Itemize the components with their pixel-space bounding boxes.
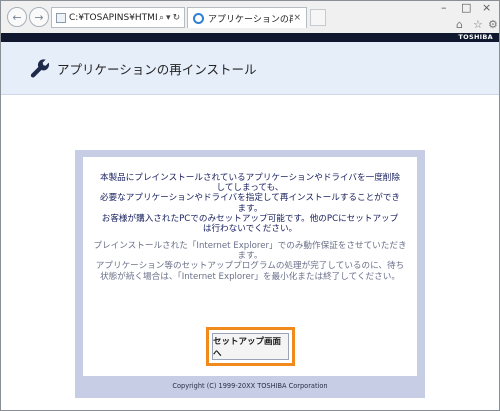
copyright: Copyright (C) 1999-20XX TOSHIBA Corporat… (172, 382, 328, 390)
notice-line: ます。 (237, 203, 263, 214)
forward-button[interactable]: → (29, 7, 49, 27)
page-title: アプリケーションの再インストール (57, 61, 257, 77)
notice-text: 本製品にプレインストールされているアプリケーションやドライバを一度削除 してしま… (93, 173, 407, 234)
wrench-icon (30, 59, 50, 78)
content-box: 本製品にプレインストールされているアプリケーションやドライバを一度削除 してしま… (83, 157, 417, 376)
browser-tab[interactable]: アプリケーションの再インストール × (187, 7, 307, 28)
brand-strip: TOSHIBA (1, 33, 499, 42)
notice-line: お客様が購入されたPCでのみセットアップ可能です。他のPCにセットアップ (101, 213, 399, 224)
info-text: プレインストールされた「Internet Explorer」でのみ動作保証をさせ… (93, 241, 407, 282)
back-button[interactable]: ← (7, 7, 27, 27)
forward-arrow-icon: → (34, 10, 44, 24)
info-line: ます。 (237, 251, 263, 262)
notice-line: 本製品にプレインストールされているアプリケーションやドライバを一度削除 (99, 173, 400, 183)
info-line: プレインストールされた「Internet Explorer」でのみ動作保証をさせ… (93, 241, 407, 251)
back-arrow-icon: ← (12, 10, 22, 24)
new-tab-button[interactable] (310, 9, 326, 26)
notice-line: 必要なアプリケーションやドライバを指定して再インストールすることができ (99, 193, 400, 204)
browser-toolbar: ← → C:¥TOSAPINS¥HTML¥SET! ⌕ ▾ ↻ アプリケーション… (1, 1, 499, 33)
dropdown-chevron-icon[interactable]: ▾ (166, 13, 171, 23)
info-line: 状態が続く場合は、「Internet Explorer」を最小化または終了してく… (100, 271, 400, 282)
toshiba-logo: TOSHIBA (458, 33, 493, 41)
content-panel: 本製品にプレインストールされているアプリケーションやドライバを一度削除 してしま… (75, 150, 425, 398)
notice-line: は行わないでください。 (202, 224, 298, 235)
page-icon (56, 12, 66, 23)
maximize-button[interactable]: □ (461, 2, 471, 14)
minimize-button[interactable]: – (441, 2, 447, 14)
setup-screen-button[interactable]: セットアップ画面へ (212, 333, 289, 360)
ie-logo-icon (193, 12, 204, 24)
refresh-icon[interactable]: ↻ (173, 13, 181, 23)
page-header: アプリケーションの再インストール (1, 42, 499, 95)
address-bar[interactable]: C:¥TOSAPINS¥HTML¥SET! ⌕ ▾ ↻ (51, 7, 185, 28)
search-icon[interactable]: ⌕ (159, 13, 164, 23)
notice-line: してしまっても、 (216, 183, 284, 194)
address-url: C:¥TOSAPINS¥HTML¥SET! (69, 12, 157, 23)
tab-close-icon[interactable]: × (293, 13, 301, 23)
gear-icon[interactable]: ⚙ (488, 18, 498, 31)
favorites-star-icon[interactable]: ☆ (473, 18, 483, 31)
tab-title: アプリケーションの再インストール (208, 14, 294, 25)
browser-window: ← → C:¥TOSAPINS¥HTML¥SET! ⌕ ▾ ↻ アプリケーション… (0, 0, 500, 411)
close-window-button[interactable]: × (482, 2, 491, 14)
info-line: アプリケーション等のセットアッププログラムの処理が完了しているのに、待ち (95, 261, 405, 272)
setup-button-highlight: セットアップ画面へ (206, 327, 295, 366)
home-icon[interactable]: ⌂ (456, 18, 463, 31)
